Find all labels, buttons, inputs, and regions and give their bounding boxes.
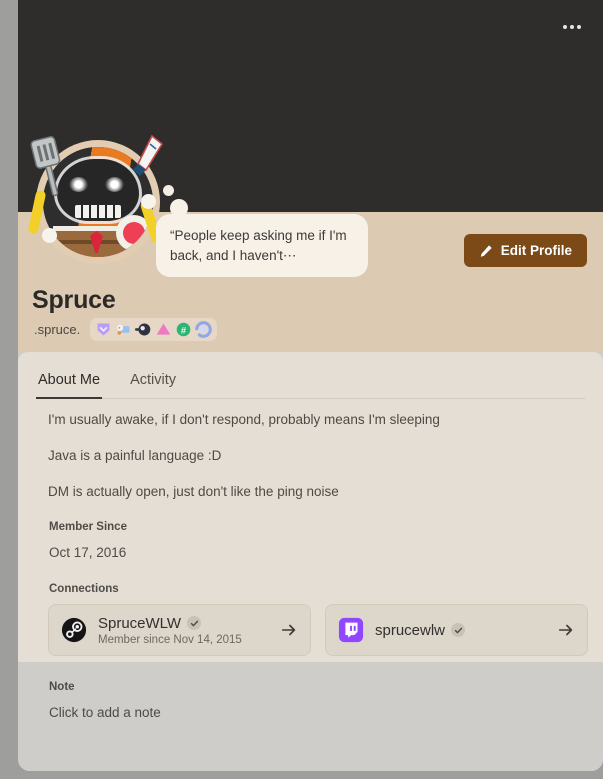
username-handle: .spruce. xyxy=(34,322,81,337)
overflow-menu-icon[interactable] xyxy=(557,14,587,40)
connection-card-twitch[interactable]: sprucewlw xyxy=(325,604,588,656)
badge-quest-device[interactable] xyxy=(115,321,132,338)
arrow-right-icon[interactable] xyxy=(557,621,575,639)
avatar-mitten-left xyxy=(42,228,57,243)
steam-icon xyxy=(61,617,87,643)
avatar[interactable] xyxy=(18,128,178,278)
status-bubble-tail-small xyxy=(163,185,174,196)
spatula-icon xyxy=(30,136,61,197)
tab-activity[interactable]: Activity xyxy=(128,366,178,399)
connection-name-row: sprucewlw xyxy=(375,622,557,639)
custom-status: “People keep asking me if I'm back, and … xyxy=(156,214,368,278)
arrow-right-icon[interactable] xyxy=(280,621,298,639)
tab-about-me[interactable]: About Me xyxy=(36,366,103,399)
connection-body: sprucewlw xyxy=(375,622,557,639)
tab-bar: About Me Activity xyxy=(36,366,585,399)
svg-text:#: # xyxy=(181,325,187,335)
knife-icon xyxy=(133,134,164,176)
member-since-label: Member Since xyxy=(49,521,127,533)
badge-nitro-shield[interactable] xyxy=(95,321,112,338)
edit-profile-label: Edit Profile xyxy=(500,243,572,258)
badge-orb-dark[interactable] xyxy=(135,321,152,338)
connection-name: SpruceWLW xyxy=(98,614,182,632)
verified-badge-icon xyxy=(451,623,466,637)
twitch-icon xyxy=(338,617,364,643)
connection-body: SpruceWLW Member since Nov 14, 2015 xyxy=(98,615,280,646)
member-since-value: Oct 17, 2016 xyxy=(49,545,127,560)
edit-profile-button[interactable]: Edit Profile xyxy=(463,234,587,267)
profile-panel: “People keep asking me if I'm back, and … xyxy=(18,0,603,771)
handle-row: .spruce. # xyxy=(34,318,218,341)
connection-subtitle: Member since Nov 14, 2015 xyxy=(98,633,242,646)
connections-label: Connections xyxy=(49,583,119,595)
badge-wreath-blue[interactable] xyxy=(195,321,213,338)
connection-name: sprucewlw xyxy=(375,621,446,639)
note-label: Note xyxy=(49,681,75,693)
bio-line: DM is actually open, just don't like the… xyxy=(48,484,339,499)
connection-card-steam[interactable]: SpruceWLW Member since Nov 14, 2015 xyxy=(48,604,311,656)
verified-badge-icon xyxy=(187,616,202,630)
avatar-mitten-right xyxy=(141,194,156,209)
badge-list: # xyxy=(90,318,218,341)
connection-name-row: SpruceWLW xyxy=(98,615,280,632)
pencil-icon xyxy=(480,244,492,257)
bio-line: Java is a painful language :D xyxy=(48,448,222,463)
bio-line: I'm usually awake, if I don't respond, p… xyxy=(48,412,440,427)
note-input[interactable]: Click to add a note xyxy=(49,705,161,720)
badge-hash-green[interactable]: # xyxy=(175,321,192,338)
page-title: Spruce xyxy=(32,286,116,314)
badge-triangle-pink[interactable] xyxy=(155,321,172,338)
